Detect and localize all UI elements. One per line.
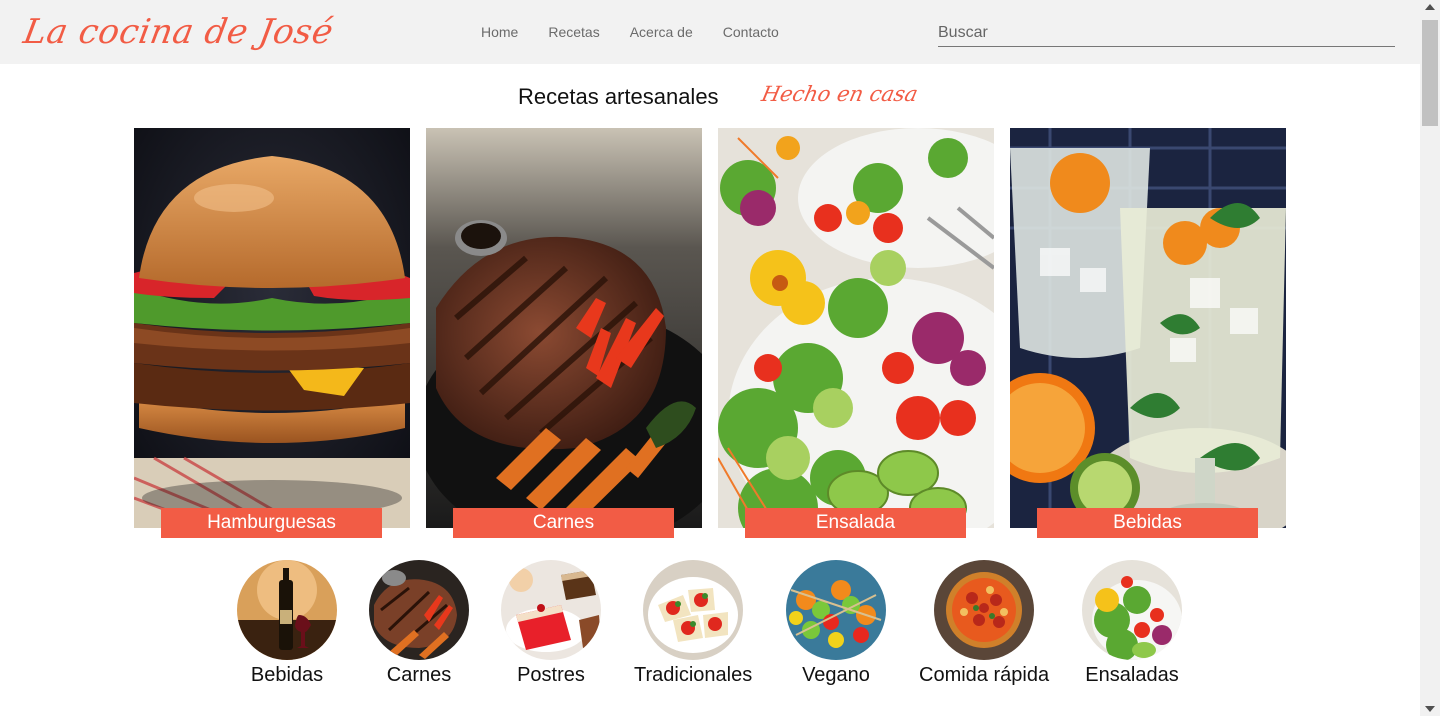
- site-logo[interactable]: La cocina de José: [20, 12, 336, 52]
- nav-recetas[interactable]: Recetas: [548, 24, 599, 40]
- category-label-postres: Postres: [517, 664, 585, 686]
- card-label-ensalada[interactable]: Ensalada: [745, 508, 966, 538]
- page-title: Recetas artesanales: [518, 84, 719, 109]
- scroll-down-icon[interactable]: [1425, 706, 1435, 712]
- card-hamburguesas[interactable]: [134, 128, 410, 528]
- card-label-carnes[interactable]: Carnes: [453, 508, 674, 538]
- category-label-bebidas: Bebidas: [250, 664, 324, 686]
- desserts-photo: [501, 560, 601, 660]
- category-comida-rapida[interactable]: Comida rápida: [919, 560, 1049, 687]
- drinks-photo: [1010, 128, 1286, 528]
- card-label-bebidas[interactable]: Bebidas: [1037, 508, 1258, 538]
- wine-photo: [237, 560, 337, 660]
- scroll-up-icon[interactable]: [1425, 4, 1435, 10]
- nav-contacto[interactable]: Contacto: [723, 24, 779, 40]
- category-postres[interactable]: Postres: [501, 560, 601, 687]
- scroll-thumb[interactable]: [1422, 20, 1438, 126]
- category-vegano[interactable]: Vegano: [786, 560, 886, 687]
- category-carnes[interactable]: Carnes: [369, 560, 469, 687]
- top-header: La cocina de José Home Recetas Acerca de…: [0, 0, 1420, 64]
- card-bebidas[interactable]: [1010, 128, 1286, 528]
- page: La cocina de José Home Recetas Acerca de…: [0, 0, 1440, 716]
- vertical-scrollbar[interactable]: [1420, 0, 1440, 716]
- steak-photo: [369, 560, 469, 660]
- burger-photo: [134, 128, 410, 528]
- card-label-hamburguesas[interactable]: Hamburguesas: [161, 508, 382, 538]
- nav-acerca-de[interactable]: Acerca de: [630, 24, 693, 40]
- steak-photo: [426, 128, 702, 528]
- category-ensaladas[interactable]: Ensaladas: [1082, 560, 1182, 687]
- category-label-comida-rapida: Comida rápida: [919, 664, 1050, 686]
- pasta-photo: [643, 560, 743, 660]
- pizza-photo: [934, 560, 1034, 660]
- category-label-tradicionales: Tradicionales: [634, 664, 753, 686]
- category-label-vegano: Vegano: [802, 664, 870, 686]
- category-label-carnes: Carnes: [386, 664, 452, 686]
- card-ensalada[interactable]: [718, 128, 994, 528]
- category-label-ensaladas: Ensaladas: [1085, 664, 1179, 686]
- card-carnes[interactable]: [426, 128, 702, 528]
- nav-home[interactable]: Home: [481, 24, 518, 40]
- salad-photo: [1082, 560, 1182, 660]
- search-input[interactable]: [938, 20, 1395, 47]
- salad-photo: [718, 128, 994, 528]
- category-bebidas[interactable]: Bebidas: [237, 560, 337, 687]
- vegan-skewers-photo: [786, 560, 886, 660]
- category-tradicionales[interactable]: Tradicionales: [634, 560, 752, 687]
- page-tagline: Hecho en casa: [759, 82, 921, 106]
- main-nav: Home Recetas Acerca de Contacto: [481, 24, 809, 40]
